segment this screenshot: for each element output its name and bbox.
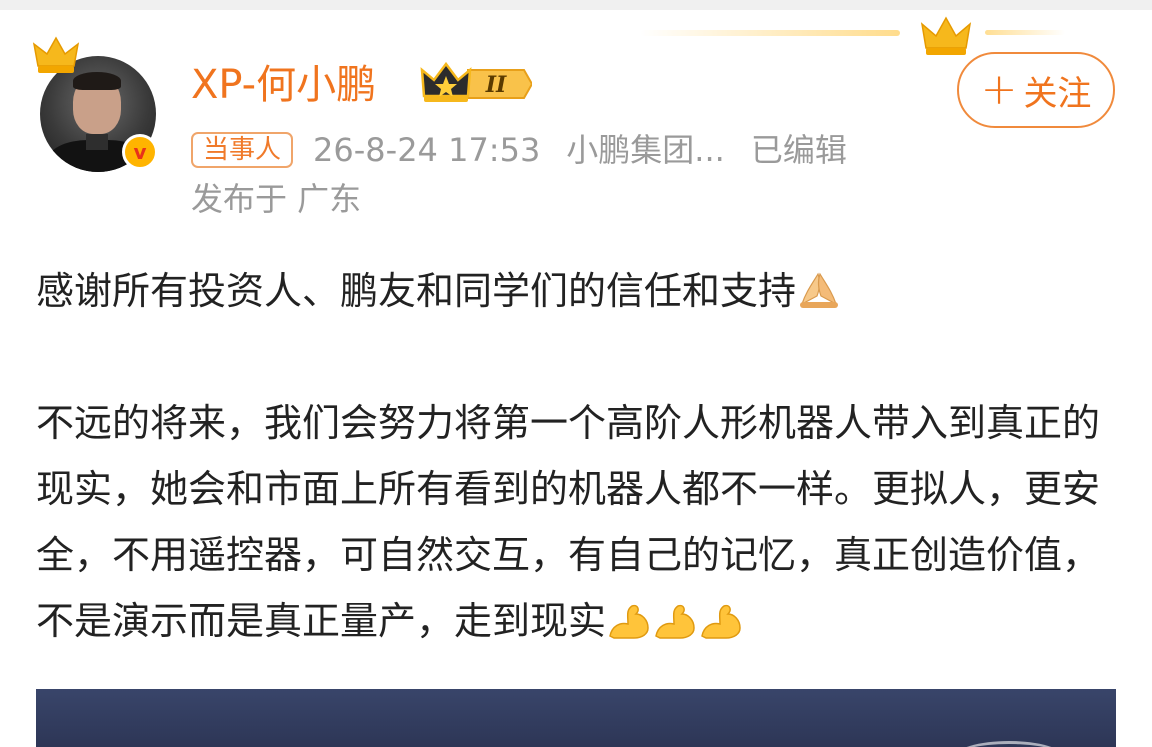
crown-icon: [32, 36, 80, 73]
top-divider: [0, 0, 1152, 10]
post-paragraph-2-text: 不远的将来，我们会努力将第一个高阶人形机器人带入到真正的现实，她会和市面上所有看…: [36, 401, 1101, 643]
post-content: 感谢所有投资人、鹏友和同学们的信任和支持 不远的将来，我们会努力将第一个高阶人形…: [36, 258, 1126, 654]
crown-icon: [920, 16, 972, 55]
folded-hands-emoji: [800, 272, 839, 308]
post-location: 发布于 广东: [191, 180, 362, 218]
post-meta: 当事人 26-8-24 17:53 小鹏集团... 已编辑: [191, 128, 873, 172]
post-paragraph-1: 感谢所有投资人、鹏友和同学们的信任和支持: [36, 258, 1126, 324]
plus-icon: +: [980, 64, 1018, 115]
post-paragraph-1-text: 感谢所有投资人、鹏友和同学们的信任和支持: [36, 269, 797, 313]
flexed-biceps-emoji: [609, 604, 649, 639]
header-decoration: [640, 30, 900, 36]
follow-button[interactable]: + 关注: [957, 52, 1115, 128]
user-name[interactable]: XP-何小鹏: [191, 60, 376, 110]
post-timestamp: 26-8-24 17:53: [313, 131, 541, 169]
membership-level-badge: II: [420, 62, 532, 102]
verified-v-icon: v: [122, 134, 158, 170]
post-source[interactable]: 小鹏集团...: [566, 130, 725, 170]
level-numeral: II: [485, 72, 507, 98]
header-decoration-right: [985, 30, 1065, 35]
post-image[interactable]: [36, 689, 1116, 747]
post-paragraph-2: 不远的将来，我们会努力将第一个高阶人形机器人带入到真正的现实，她会和市面上所有看…: [36, 390, 1126, 654]
status-badge: 当事人: [191, 132, 294, 168]
follow-label: 关注: [1023, 73, 1092, 114]
flexed-biceps-emoji: [655, 604, 695, 639]
flexed-biceps-emoji: [701, 604, 741, 639]
edited-label[interactable]: 已编辑: [751, 130, 847, 170]
avatar[interactable]: v: [32, 34, 162, 174]
